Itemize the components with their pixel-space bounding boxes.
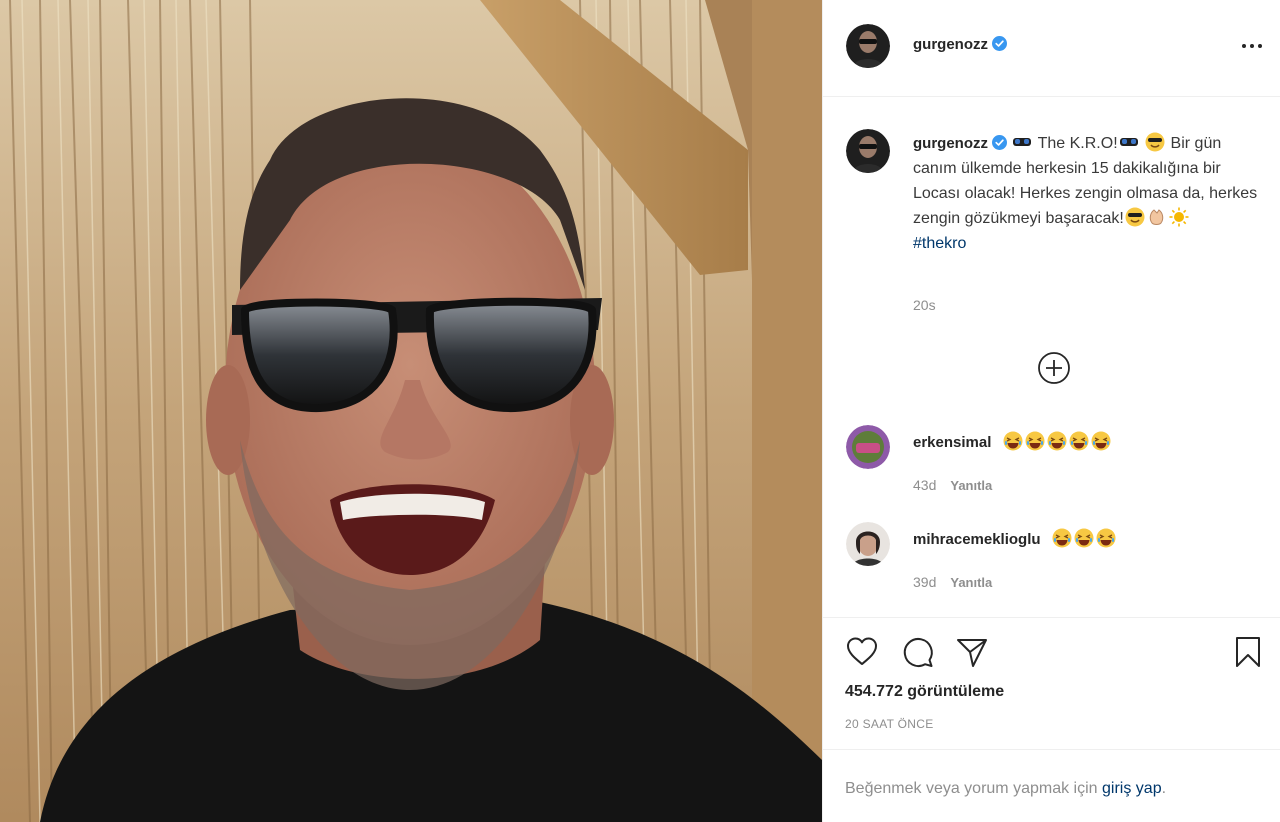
comment-username[interactable]: erkensimal [913,434,991,451]
laughing-emoji-icon [1002,431,1024,451]
post-sidebar: gurgenozz gurgenozz The K.R.O! Bir gün c… [822,0,1280,822]
post-timestamp: 20 SAAT ÖNCE [845,717,934,731]
commenter-avatar[interactable] [846,425,890,469]
author-username-text[interactable]: gurgenozz [913,36,988,53]
comment-line: mihracemeklioglu [913,528,1117,549]
like-icon[interactable] [845,635,879,669]
laughing-emoji-icon [1068,431,1090,451]
post-video[interactable] [0,0,822,822]
comment-item: erkensimal 43d Yanıtla [823,425,1280,515]
sunglasses-emoji-icon [1013,138,1032,146]
laughing-emoji-icon [1073,528,1095,548]
share-icon[interactable] [955,635,989,669]
login-prompt: Beğenmek veya yorum yapmak için giriş ya… [823,749,1280,822]
post-header: gurgenozz [823,0,1280,97]
caption-avatar[interactable] [846,129,890,173]
comment-item: mihracemeklioglu 39d Yanıtla [823,522,1280,612]
laughing-emoji-icon [1046,431,1068,451]
instagram-post: gurgenozz gurgenozz The K.R.O! Bir gün c… [0,0,1280,822]
cool-face-emoji-icon [1125,207,1145,227]
login-prefix: Beğenmek veya yorum yapmak için [845,780,1098,797]
commenter-avatar[interactable] [846,522,890,566]
comment-username[interactable]: mihracemeklioglu [913,531,1041,548]
comment-meta: 39d Yanıtla [913,574,992,590]
author-avatar[interactable] [846,24,890,68]
caption-username[interactable]: gurgenozz [913,135,988,152]
comment-age: 43d [913,477,937,493]
laughing-emoji-icon [1090,431,1112,451]
sun-emoji-icon [1169,207,1189,227]
reply-button[interactable]: Yanıtla [950,478,992,493]
verified-badge-icon [992,36,1007,51]
video-frame [0,0,822,822]
load-more-comments-icon[interactable] [1037,351,1071,385]
view-count[interactable]: 454.772 görüntüleme [845,683,1004,701]
comment-age: 39d [913,574,937,590]
comment-meta: 43d Yanıtla [913,477,992,493]
login-suffix: . [1161,780,1167,797]
clapping-hands-emoji-icon [1149,209,1164,225]
laughing-emoji-icon [1051,528,1073,548]
comment-icon[interactable] [901,635,935,669]
caption-text: gurgenozz The K.R.O! Bir gün canım ülkem… [913,131,1265,256]
sunglasses-emoji-icon [1119,138,1138,146]
comment-line: erkensimal [913,431,1112,452]
caption-title: The K.R.O! [1037,135,1118,152]
author-username[interactable]: gurgenozz [913,36,1007,53]
laughing-emoji-icon [1095,528,1117,548]
reply-button[interactable]: Yanıtla [950,575,992,590]
caption-hashtag[interactable]: #thekro [913,235,966,252]
more-options-icon[interactable] [1239,36,1265,56]
login-prompt-text: Beğenmek veya yorum yapmak için giriş ya… [845,780,1166,798]
post-actions: 454.772 görüntüleme 20 SAAT ÖNCE Beğenme… [823,617,1280,822]
login-link[interactable]: giriş yap [1102,780,1162,797]
verified-badge-icon [992,135,1007,150]
save-bookmark-icon[interactable] [1231,635,1265,669]
cool-face-emoji-icon [1145,132,1165,152]
laughing-emoji-icon [1024,431,1046,451]
caption-age: 20s [913,297,936,313]
